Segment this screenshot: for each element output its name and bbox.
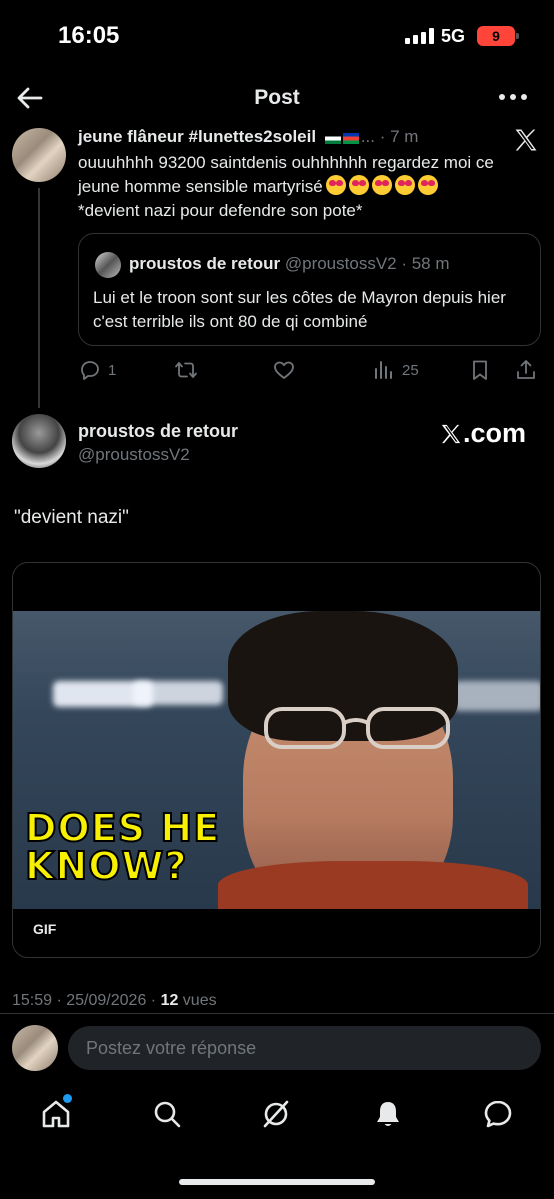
views-icon bbox=[375, 361, 392, 379]
author-handle[interactable]: @proustossV2 bbox=[78, 445, 190, 465]
reply-placeholder: Postez votre réponse bbox=[86, 1037, 257, 1058]
views-button[interactable]: 25 bbox=[372, 358, 419, 382]
tweet-text: ouuuhhhh 93200 saintdenis ouhhhhhh regar… bbox=[78, 153, 494, 220]
like-button[interactable] bbox=[272, 358, 296, 382]
quote-header: proustos de retour @proustossV2 · 58 m bbox=[129, 254, 450, 274]
x-logo-icon bbox=[515, 129, 537, 151]
tweet-actions: 1 25 bbox=[78, 358, 548, 384]
quote-avatar bbox=[95, 252, 121, 278]
x-logo-icon bbox=[441, 424, 461, 443]
flag-emojis bbox=[324, 128, 361, 148]
heart-eyes-emoji-icon bbox=[348, 175, 369, 195]
share-button[interactable] bbox=[514, 358, 538, 382]
gif-image: DOES HE KNOW? bbox=[13, 611, 540, 909]
repost-button[interactable] bbox=[174, 358, 198, 382]
author-name[interactable]: proustos de retour bbox=[78, 421, 238, 442]
tweet-header: jeune flâneur #lunettes2soleil ... · 7 m bbox=[78, 127, 419, 148]
battery-icon: 9 bbox=[477, 26, 519, 46]
quoted-tweet[interactable]: proustos de retour @proustossV2 · 58 m L… bbox=[78, 233, 541, 346]
gif-media[interactable]: DOES HE KNOW? GIF bbox=[12, 562, 541, 958]
author-name[interactable]: jeune flâneur #lunettes2soleil bbox=[78, 127, 316, 146]
views-count: 25 bbox=[402, 361, 419, 379]
status-time: 16:05 bbox=[58, 22, 120, 49]
signal-icon bbox=[405, 28, 434, 44]
battery-level: 9 bbox=[492, 28, 500, 44]
x-com-text: .com bbox=[463, 418, 527, 448]
heart-eyes-emoji-icon bbox=[371, 175, 392, 195]
search-icon[interactable] bbox=[151, 1098, 183, 1130]
page-title: Post bbox=[254, 86, 300, 109]
glasses-shape bbox=[264, 707, 450, 749]
heart-eyes-emoji-icon bbox=[417, 175, 438, 195]
gif-caption: DOES HE KNOW? bbox=[24, 806, 221, 888]
views-count: 12 bbox=[160, 992, 179, 1009]
reply-count: 1 bbox=[108, 361, 117, 379]
x-com-watermark: .com bbox=[440, 418, 526, 449]
tweet-timestamp: 15:59 · 25/09/2026 · 12 vues bbox=[12, 992, 217, 1009]
quote-text: Lui et le troon sont sur les côtes de Ma… bbox=[93, 288, 506, 331]
grok-icon[interactable] bbox=[260, 1098, 292, 1130]
home-indicator[interactable] bbox=[179, 1179, 375, 1185]
tweet-time: · 7 m bbox=[379, 127, 419, 146]
quote-author-name: proustos de retour bbox=[129, 254, 281, 273]
top-bar: Post bbox=[0, 78, 554, 120]
bottom-nav bbox=[0, 1090, 554, 1146]
heart-eyes-emoji-icon bbox=[394, 175, 415, 195]
new-caledonia-flag-icon bbox=[342, 132, 359, 144]
divider bbox=[0, 1013, 554, 1014]
palestine-flag-icon bbox=[324, 132, 341, 144]
thread-line bbox=[38, 188, 40, 408]
bookmark-icon bbox=[473, 360, 487, 380]
notifications-icon[interactable] bbox=[372, 1098, 404, 1130]
tweet-text: "devient nazi" bbox=[14, 507, 129, 528]
avatar[interactable] bbox=[12, 128, 66, 182]
reply-input[interactable]: Postez votre réponse bbox=[68, 1026, 541, 1070]
gif-badge: GIF bbox=[33, 921, 57, 937]
avatar[interactable] bbox=[12, 414, 66, 468]
share-icon bbox=[517, 360, 535, 379]
status-bar: 16:05 5G 9 bbox=[0, 0, 554, 70]
network-type: 5G bbox=[441, 26, 466, 46]
messages-icon[interactable] bbox=[482, 1098, 514, 1130]
reply-icon bbox=[81, 361, 99, 380]
avatar bbox=[12, 1025, 58, 1071]
like-icon bbox=[274, 361, 294, 379]
notification-dot bbox=[63, 1094, 72, 1103]
repost-icon bbox=[175, 362, 197, 378]
heart-eyes-emoji-icon bbox=[325, 175, 346, 195]
more-icon[interactable] bbox=[496, 84, 530, 110]
quote-handle-time: @proustossV2 · 58 m bbox=[284, 254, 450, 273]
bookmark-button[interactable] bbox=[468, 358, 492, 382]
reply-button[interactable]: 1 bbox=[78, 358, 116, 382]
